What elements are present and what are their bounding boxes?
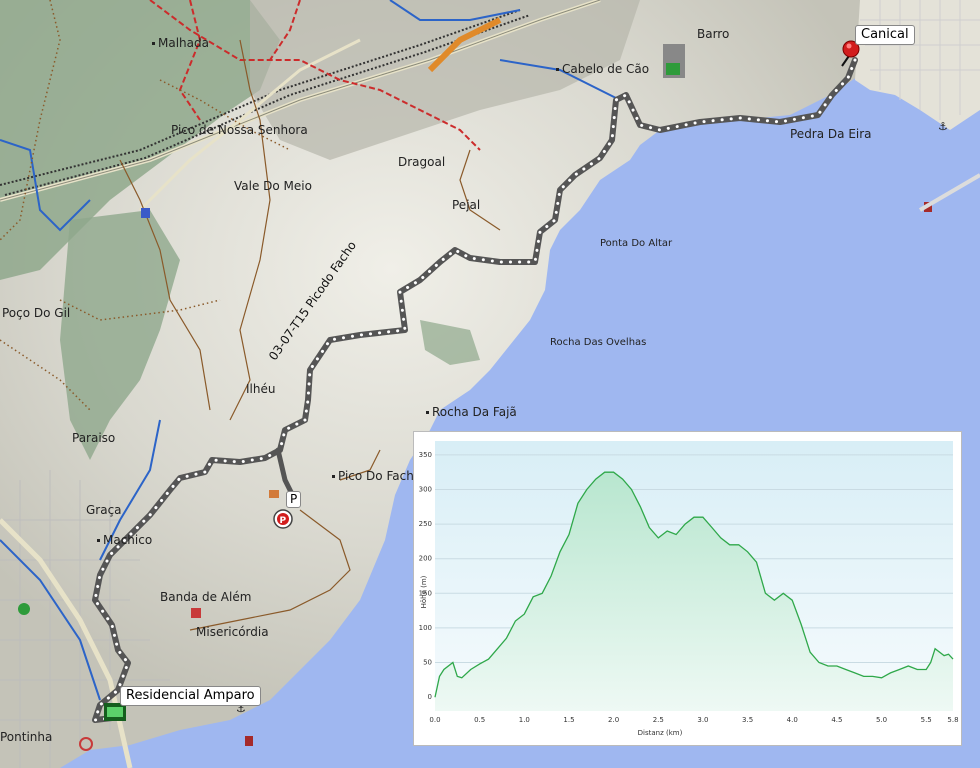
place-label-pejal[interactable]: Pejal <box>452 198 480 212</box>
place-label-vale-do-meio[interactable]: Vale Do Meio <box>234 179 312 193</box>
x-tick-label: 0.0 <box>429 716 440 724</box>
elevation-profile-chart: 050100150200250300350 0.0 0.5 1.0 1.5 2.0 2.5… <box>419 441 959 737</box>
place-dot <box>97 539 100 542</box>
place-dot <box>332 475 335 478</box>
place-label-machico[interactable]: Machico <box>97 533 152 547</box>
place-dot <box>556 68 559 71</box>
start-callout[interactable]: Residencial Amparo <box>120 686 261 706</box>
y-tick-label: 200 <box>419 555 432 563</box>
x-tick-label: 5.8 <box>947 716 958 724</box>
y-tick-label: 50 <box>423 659 432 667</box>
church-icon <box>141 208 150 218</box>
place-label-misericordia[interactable]: Misericórdia <box>196 625 269 639</box>
place-label-pontinha[interactable]: Pontinha <box>0 730 52 744</box>
tourist-info-icon <box>18 603 30 615</box>
x-axis-label: Distanz (km) <box>638 729 683 737</box>
x-tick-label: 4.5 <box>831 716 842 724</box>
y-tick-label: 250 <box>419 520 432 528</box>
x-tick-label: 3.5 <box>742 716 753 724</box>
elevation-profile-panel[interactable]: 0 50 100 150 200 250 300 350 0.0 0.5 1.0 1.5 2.0 2.5… <box>413 431 962 746</box>
x-tick-label: 0.5 <box>474 716 485 724</box>
x-tick-label: 3.0 <box>697 716 708 724</box>
place-label-paraiso[interactable]: Paraiso <box>72 431 115 445</box>
viewpoint-icon <box>269 490 279 498</box>
x-tick-label: 5.5 <box>921 716 932 724</box>
church-icon-2 <box>191 608 201 618</box>
x-tick-label: 2.5 <box>653 716 664 724</box>
end-callout[interactable]: Canical <box>855 25 915 45</box>
y-tick-label: 0 <box>428 693 432 701</box>
place-label-pico-nossa-senhora[interactable]: Pico de Nossa Senhora <box>171 123 308 137</box>
place-label-cabelo-de-cao[interactable]: Cabelo de Cão <box>556 62 649 76</box>
x-tick-labels: 0.0 0.5 1.0 1.5 2.0 2.5 3.0 3.5 4.0 4.5 5.0 5.5 5.8 <box>429 716 958 724</box>
x-tick-label: 1.0 <box>519 716 530 724</box>
place-label-poco-do-gil[interactable]: Poço Do Gil <box>2 306 70 320</box>
place-label-pico-do-facho[interactable]: Pico Do Facho <box>332 469 421 483</box>
y-axis-label: Höhe (m) <box>420 575 428 608</box>
place-label-rocha-das-ovelhas[interactable]: Rocha Das Ovelhas <box>550 336 646 350</box>
place-label-pedra-da-eira[interactable]: Pedra Da Eira <box>790 127 872 141</box>
anchor-icon-2: ⚓ <box>938 120 948 133</box>
parking-callout[interactable]: P <box>286 491 302 508</box>
place-label-barro[interactable]: Barro <box>697 27 729 41</box>
place-label-graca[interactable]: Graça <box>86 503 122 517</box>
parking-icon: P <box>273 509 293 529</box>
y-tick-label: 350 <box>419 451 432 459</box>
place-label-ponta-do-altar[interactable]: Ponta Do Altar <box>600 237 672 251</box>
place-label-malhada[interactable]: Malhada <box>152 36 209 50</box>
place-label-rocha-da-faja[interactable]: Rocha Da Fajã <box>426 405 517 419</box>
x-tick-label: 2.0 <box>608 716 619 724</box>
y-tick-label: 300 <box>419 485 432 493</box>
place-label-dragoal[interactable]: Dragoal <box>398 155 445 169</box>
svg-text:⚓: ⚓ <box>938 120 948 133</box>
x-tick-label: 5.0 <box>876 716 887 724</box>
y-tick-label: 100 <box>419 624 432 632</box>
place-label-banda-de-alem[interactable]: Banda de Além <box>160 590 251 604</box>
lighthouse-icon-2 <box>245 736 253 746</box>
place-dot <box>426 411 429 414</box>
svg-text:P: P <box>280 516 287 526</box>
x-tick-label: 4.0 <box>787 716 798 724</box>
x-tick-label: 1.5 <box>563 716 574 724</box>
place-dot <box>152 42 155 45</box>
place-label-ilheu[interactable]: Ilhéu <box>246 382 275 396</box>
